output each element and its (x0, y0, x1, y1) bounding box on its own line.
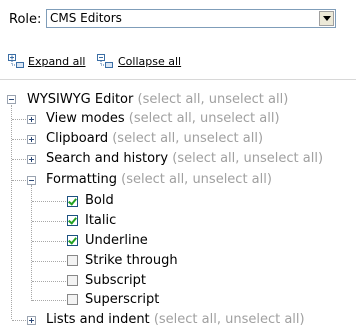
tree-line (12, 119, 26, 120)
expand-toggle-icon[interactable] (27, 316, 36, 325)
tree-node-wysiwyg-editor: WYSIWYG Editor (select all, unselect all… (27, 92, 288, 108)
tree-node-label: Formatting (46, 172, 118, 187)
formatting-item-label: Subscript (85, 273, 146, 288)
role-select-value: CMS Editors (50, 11, 122, 25)
expand-all-icon[interactable] (8, 54, 24, 68)
formatting-item-label: Bold (85, 193, 114, 208)
formatting-item-label: Underline (85, 233, 148, 248)
collapse-all-link[interactable]: Collapse all (118, 55, 181, 69)
bold-checkbox[interactable] (67, 196, 78, 207)
expand-toggle-icon[interactable] (27, 115, 36, 124)
tree-node-label: Clipboard (46, 131, 109, 146)
collapse-all-icon[interactable] (97, 54, 113, 68)
tree-line (12, 180, 26, 181)
chevron-down-icon[interactable] (319, 11, 334, 26)
select-unselect-links[interactable]: (select all, unselect all) (129, 111, 280, 126)
role-select[interactable]: CMS Editors (46, 9, 336, 28)
tree-node-label: Lists and indent (46, 312, 150, 327)
tree-line (32, 221, 66, 222)
select-unselect-links[interactable]: (select all, unselect all) (138, 92, 289, 107)
tree-node-label: Search and history (46, 151, 169, 166)
tree-node-label: View modes (46, 111, 125, 126)
underline-checkbox[interactable] (67, 235, 78, 246)
tree-node-label: WYSIWYG Editor (27, 92, 134, 107)
tree-line (32, 201, 66, 202)
tree-node-formatting: Formatting (select all, unselect all) (46, 172, 272, 188)
tree-line (31, 185, 32, 301)
tree-line (12, 139, 26, 140)
expand-toggle-icon[interactable] (27, 135, 36, 144)
select-unselect-links[interactable]: (select all, unselect all) (121, 172, 272, 187)
tree-line (32, 281, 66, 282)
role-label: Role: (9, 12, 42, 27)
collapse-toggle-icon[interactable] (27, 176, 36, 185)
collapse-toggle-icon[interactable] (7, 95, 16, 104)
formatting-item-label: Superscript (85, 292, 160, 307)
formatting-item-label: Strike through (85, 253, 178, 268)
formatting-item-label: Italic (85, 213, 117, 228)
select-unselect-links[interactable]: (select all, unselect all) (112, 131, 263, 146)
tree-node-lists-and-indent: Lists and indent (select all, unselect a… (46, 312, 305, 328)
strike-through-checkbox[interactable] (67, 255, 78, 266)
expand-all-link[interactable]: Expand all (28, 55, 86, 69)
tree-node-clipboard: Clipboard (select all, unselect all) (46, 131, 263, 147)
tree-node-view-modes: View modes (select all, unselect all) (46, 111, 280, 127)
tree-line (12, 159, 26, 160)
superscript-checkbox[interactable] (67, 294, 78, 305)
tree-line (32, 300, 66, 301)
tree-line (32, 261, 66, 262)
select-unselect-links[interactable]: (select all, unselect all) (172, 151, 323, 166)
tree-node-search-and-history: Search and history (select all, unselect… (46, 151, 323, 167)
tree-line (32, 241, 66, 242)
subscript-checkbox[interactable] (67, 275, 78, 286)
tree-line (11, 105, 12, 319)
expand-toggle-icon[interactable] (27, 155, 36, 164)
divider (0, 79, 356, 80)
italic-checkbox[interactable] (67, 215, 78, 226)
tree-line (12, 320, 26, 321)
select-unselect-links[interactable]: (select all, unselect all) (154, 312, 305, 327)
